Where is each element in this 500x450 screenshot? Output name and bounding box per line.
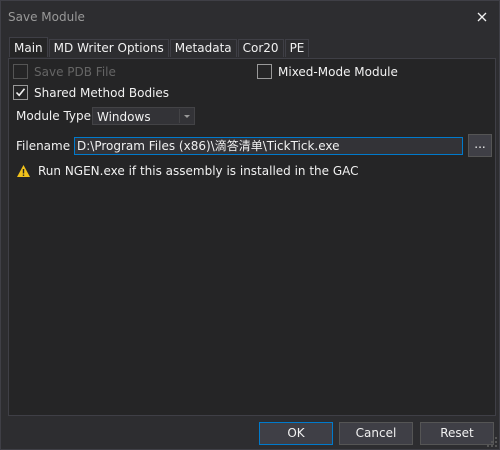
warning-text: Run NGEN.exe if this assembly is install…: [38, 164, 359, 178]
tab-main[interactable]: Main: [9, 37, 48, 57]
close-icon: [477, 12, 487, 22]
filename-input[interactable]: D:\Program Files (x86)\滴答清单\TickTick.exe: [74, 137, 463, 155]
save-module-dialog: Save Module Main MD Writer Options Metad…: [0, 0, 500, 450]
tab-metadata[interactable]: Metadata: [169, 39, 237, 57]
save-pdb-checkbox[interactable]: [13, 64, 28, 79]
shared-bodies-checkbox[interactable]: [13, 85, 28, 100]
ok-button[interactable]: OK: [259, 422, 333, 445]
resize-grip-icon[interactable]: [487, 437, 497, 447]
save-pdb-row: Save PDB File: [13, 64, 116, 79]
tab-pe[interactable]: PE: [284, 39, 310, 57]
reset-button[interactable]: Reset: [420, 422, 494, 445]
close-button[interactable]: [471, 7, 493, 27]
title-bar: Save Module: [1, 1, 499, 33]
module-type-value: Windows: [97, 110, 151, 124]
save-pdb-label: Save PDB File: [34, 64, 116, 79]
module-type-select[interactable]: Windows: [92, 107, 195, 125]
chevron-down-icon: [184, 115, 190, 118]
shared-bodies-row: Shared Method Bodies: [13, 85, 169, 100]
shared-bodies-label: Shared Method Bodies: [34, 85, 170, 100]
browse-button[interactable]: ...: [468, 134, 492, 157]
mixed-mode-checkbox[interactable]: [257, 64, 272, 79]
mixed-mode-row: Mixed-Mode Module: [257, 64, 398, 79]
main-tab-panel: Save PDB File Mixed-Mode Module Shared M…: [8, 58, 496, 416]
filename-label: Filename: [16, 139, 71, 153]
tab-cor20[interactable]: Cor20: [237, 39, 284, 57]
warning-icon: [17, 165, 30, 177]
tab-md-writer-options[interactable]: MD Writer Options: [48, 39, 169, 57]
checkmark-icon: [15, 88, 26, 97]
tab-strip: Main MD Writer Options Metadata Cor20 PE: [9, 37, 310, 58]
cancel-button[interactable]: Cancel: [339, 422, 413, 445]
window-title: Save Module: [8, 10, 85, 24]
combo-divider: [179, 109, 180, 123]
gac-warning: Run NGEN.exe if this assembly is install…: [16, 164, 359, 178]
mixed-mode-label: Mixed-Mode Module: [278, 64, 398, 79]
module-type-label: Module Type: [16, 109, 92, 123]
